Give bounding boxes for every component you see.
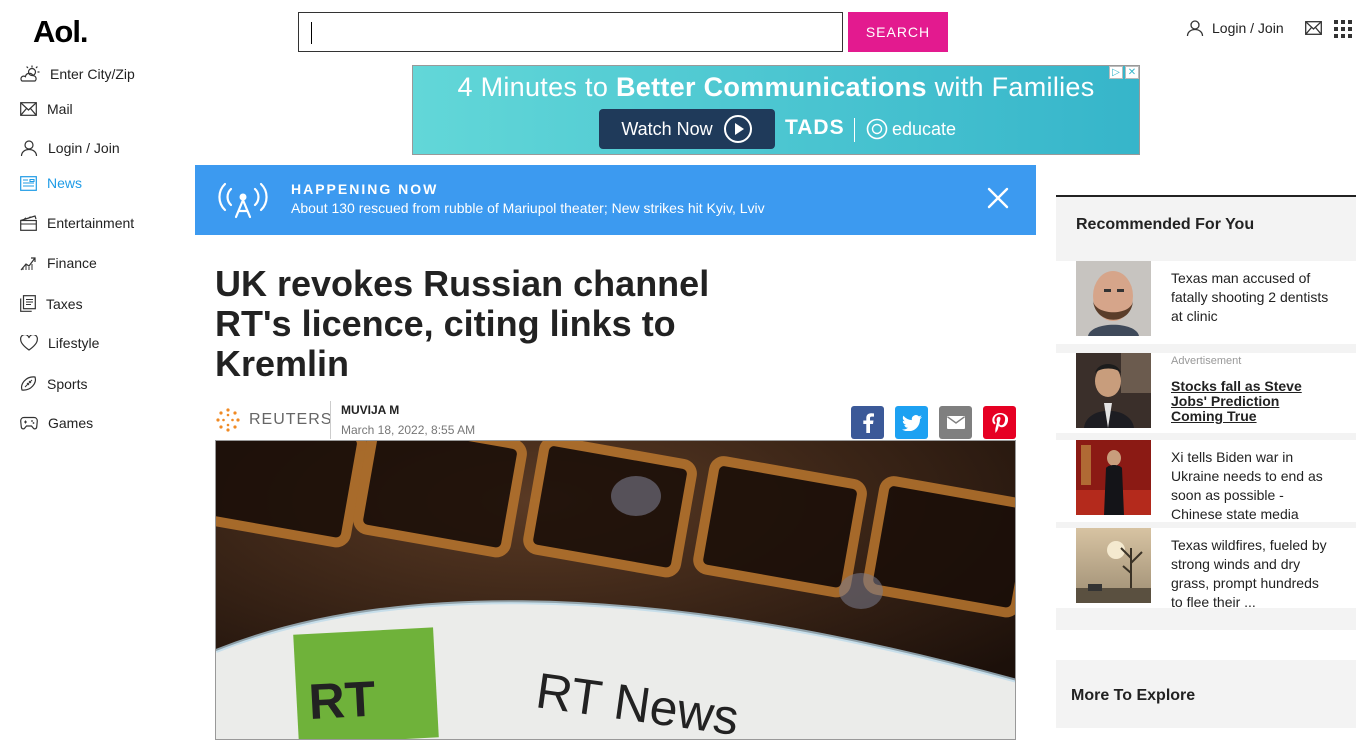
text-caret (311, 22, 312, 44)
sidebar-item-label: Login / Join (48, 140, 120, 156)
sidebar-item-taxes[interactable]: Taxes (20, 295, 83, 312)
football-icon (21, 376, 36, 391)
happening-now-banner[interactable]: HAPPENING NOW About 130 rescued from rub… (195, 165, 1036, 235)
search-box[interactable] (298, 12, 843, 52)
close-icon[interactable] (987, 187, 1009, 209)
educate-logo-icon (866, 118, 888, 140)
header-login-link[interactable]: Login / Join (1186, 19, 1284, 37)
rt-news-photo: RT RT News (216, 441, 1015, 739)
recommended-item[interactable]: Texas man accused of fatally shooting 2 … (1056, 261, 1356, 344)
share-facebook-button[interactable] (851, 406, 884, 439)
mail-icon (20, 102, 37, 116)
sidebar-item-sports[interactable]: Sports (20, 375, 87, 392)
sidebar-item-label: Mail (47, 101, 73, 117)
sidebar-item-weather[interactable]: Enter City/Zip (20, 65, 135, 83)
sidebar-item-label: Enter City/Zip (50, 66, 135, 82)
pinterest-icon (991, 412, 1008, 433)
rec-text: Texas wildfires, fueled by strong winds … (1171, 537, 1327, 610)
sidebar-item-label: Lifestyle (48, 335, 100, 351)
ad-cta-label: Watch Now (621, 118, 713, 139)
article-headline: UK revokes Russian channel RT's licence,… (215, 263, 710, 384)
user-icon (1186, 20, 1204, 37)
happening-now-title: HAPPENING NOW (291, 181, 439, 197)
ad-headline-bold: Better Communications (615, 72, 927, 102)
document-icon (20, 295, 36, 312)
recommended-item[interactable]: Texas wildfires, fueled by strong winds … (1056, 528, 1356, 610)
gamepad-icon (20, 416, 38, 430)
rec-thumbnail (1076, 440, 1151, 515)
sidebar-item-lifestyle[interactable]: Lifestyle (20, 335, 99, 351)
rec-thumbnail (1076, 528, 1151, 603)
sidebar-item-entertainment[interactable]: Entertainment (20, 215, 134, 231)
recommended-ad-item[interactable]: Advertisement Stocks fall as Steve Jobs'… (1056, 353, 1356, 433)
share-email-button[interactable] (939, 406, 972, 439)
sidebar-item-label: Taxes (46, 295, 83, 312)
search-button[interactable]: SEARCH (848, 12, 948, 52)
adchoices-icon[interactable]: ▷ (1109, 66, 1123, 79)
article-hero-image: RT RT News (215, 440, 1016, 740)
broadcast-icon (218, 182, 268, 219)
apps-grid-icon[interactable] (1334, 20, 1352, 38)
user-icon (20, 140, 38, 157)
source-name: REUTERS (249, 411, 333, 428)
facebook-icon (862, 412, 874, 433)
sidebar-item-label: Sports (47, 375, 88, 392)
ad-headline-post: with Families (934, 72, 1095, 102)
heart-icon (20, 335, 38, 351)
weather-icon (20, 65, 40, 82)
sidebar-item-label: Entertainment (47, 215, 135, 231)
article-author: MUVIJA M (341, 403, 400, 417)
source-logo[interactable]: REUTERS (215, 407, 332, 433)
ad-headline-pre: 4 Minutes to (457, 72, 609, 102)
sidebar-item-finance[interactable]: Finance (20, 255, 97, 271)
mail-icon[interactable] (1305, 21, 1322, 35)
chart-icon (20, 257, 36, 271)
sidebar-item-news[interactable]: News (20, 175, 82, 191)
rec-thumbnail (1076, 353, 1151, 428)
ad-watch-now-button[interactable]: Watch Now (599, 109, 775, 149)
clapperboard-icon (20, 215, 37, 231)
rec-text: Texas man accused of fatally shooting 2 … (1171, 270, 1329, 324)
email-icon (946, 416, 965, 429)
rec-text: Xi tells Biden war in Ukraine needs to e… (1171, 449, 1323, 522)
close-ad-icon[interactable]: ✕ (1125, 66, 1139, 79)
search-input[interactable] (299, 13, 842, 51)
play-icon (723, 115, 752, 143)
advertisement-label: Advertisement (1171, 355, 1242, 367)
share-pinterest-button[interactable] (983, 406, 1016, 439)
rail-title: Recommended For You (1076, 216, 1255, 233)
happening-now-text[interactable]: About 130 rescued from rubble of Mariupo… (291, 200, 765, 216)
more-to-explore-title: More To Explore (1071, 687, 1196, 704)
share-twitter-button[interactable] (895, 406, 928, 439)
reuters-logo-icon (216, 408, 240, 432)
twitter-icon (901, 414, 922, 431)
ad-headline: 4 Minutes to Better Communications with … (413, 72, 1139, 103)
ad-brand2-label: educate (892, 118, 957, 139)
byline-divider (330, 401, 331, 439)
ad-brand-tads: TADS (785, 116, 845, 139)
sidebar-item-label: News (47, 175, 83, 191)
recommended-item[interactable]: Xi tells Biden war in Ukraine needs to e… (1056, 440, 1356, 522)
sidebar-item-mail[interactable]: Mail (20, 101, 73, 117)
svg-text:RT: RT (307, 671, 376, 730)
sidebar-item-label: Finance (47, 255, 97, 271)
sidebar-item-games[interactable]: Games (20, 415, 93, 431)
rec-thumbnail (1076, 261, 1151, 336)
aol-logo[interactable]: Aol. (33, 14, 89, 50)
ad-brand-educate: educate (866, 118, 956, 140)
news-icon (20, 175, 37, 191)
sidebar-item-login[interactable]: Login / Join (20, 139, 120, 157)
sidebar-item-label: Games (48, 415, 94, 431)
ad-divider (854, 118, 855, 142)
sponsored-link[interactable]: Stocks fall as Steve Jobs' Prediction Co… (1171, 379, 1321, 424)
ad-banner[interactable]: 4 Minutes to Better Communications with … (412, 65, 1140, 155)
article-date: March 18, 2022, 8:55 AM (341, 423, 476, 437)
ad-controls: ▷ ✕ (1109, 66, 1139, 79)
header-login-label: Login / Join (1212, 20, 1284, 36)
